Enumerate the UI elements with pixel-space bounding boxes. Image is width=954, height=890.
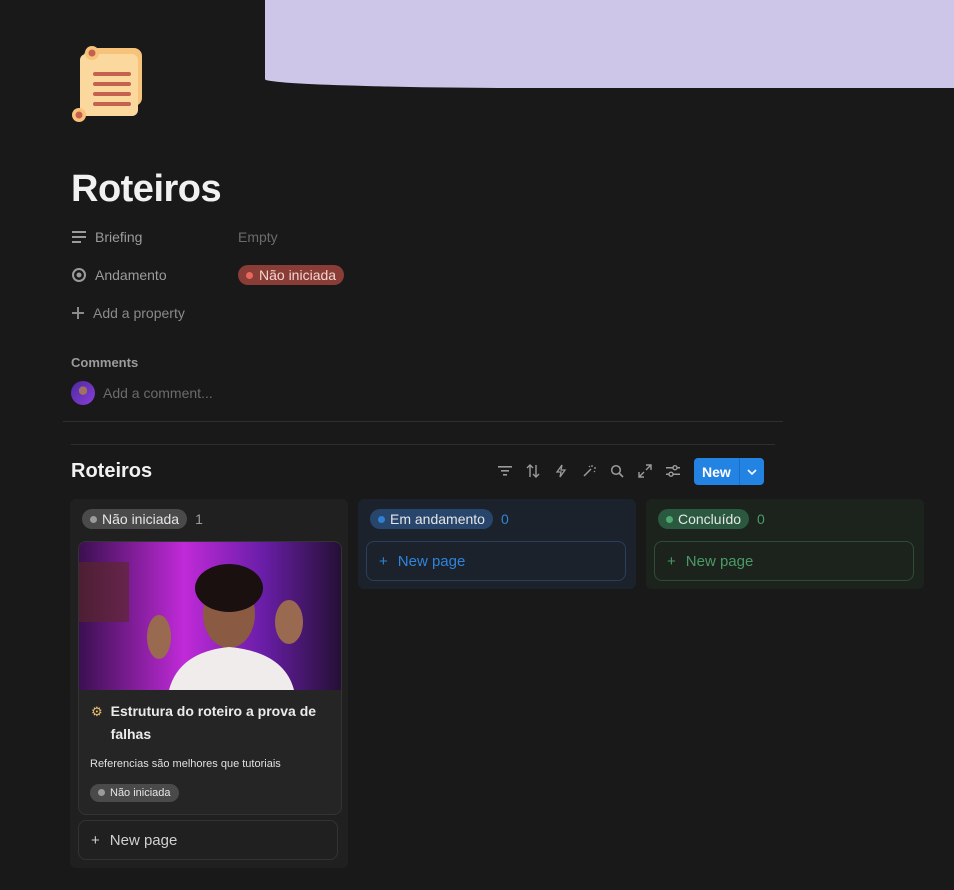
column-header[interactable]: Não iniciada 1 [82,509,203,529]
comment-placeholder: Add a comment... [103,385,213,401]
status-dot [90,515,97,523]
plus-icon [72,307,84,319]
group-badge: Não iniciada [82,509,188,529]
board-column-em-andamento: Em andamento 0 + New page [358,499,636,589]
new-page-label: New page [397,552,466,570]
plus-icon: + [379,552,388,570]
expand-icon[interactable] [634,460,656,482]
board-column-nao-iniciada: Não iniciada 1 ⚙ Estrutura do roteiro a … [70,499,348,868]
status-dot [98,789,105,796]
search-icon[interactable] [606,460,628,482]
page-cover[interactable] [265,0,954,88]
property-name: Andamento [95,267,167,283]
chevron-down-icon[interactable] [738,458,764,485]
group-label: Em andamento [390,511,485,527]
gear-icon: ⚙ [91,704,103,719]
new-page-label: New page [109,831,178,849]
plus-icon: + [91,831,100,849]
filter-icon[interactable] [494,460,516,482]
group-label: Concluído [678,511,742,527]
divider [71,444,775,445]
magic-icon[interactable] [578,460,600,482]
card-status-label: Não iniciada [110,786,171,799]
card-status: Não iniciada [90,783,179,802]
add-property-label: Add a property [93,305,185,321]
comments-heading: Comments [71,355,139,370]
status-dot [246,271,253,279]
sort-icon[interactable] [522,460,544,482]
group-count: 1 [195,511,203,527]
plus-icon: + [667,552,676,570]
card-title: ⚙ Estrutura do roteiro a prova de falhas [91,700,331,746]
scroll-icon[interactable] [70,44,150,124]
group-label: Não iniciada [102,511,180,527]
column-header[interactable]: Concluído 0 [658,509,765,529]
card-subtitle: Referencias são melhores que tutoriais [90,758,281,770]
card-cover-image [79,542,341,690]
add-property-button[interactable]: Add a property [71,301,185,325]
status-label: Não iniciada [259,267,337,283]
status-dot [666,515,673,523]
group-count: 0 [500,511,509,527]
card-title-text: Estrutura do roteiro a prova de falhas [110,703,317,742]
settings-icon[interactable] [662,460,684,482]
new-button-label[interactable]: New [694,458,739,485]
board-column-concluido: Concluído 0 + New page [646,499,924,589]
status-dot [378,515,385,523]
new-page-button[interactable]: + New page [366,541,626,581]
new-button[interactable]: New [694,458,764,485]
column-header[interactable]: Em andamento 0 [370,509,509,529]
board-card[interactable]: ⚙ Estrutura do roteiro a prova de falhas… [78,541,342,815]
group-badge: Concluído [658,509,750,529]
avatar [71,381,95,405]
status-icon [72,268,86,282]
page-title[interactable]: Roteiros [71,168,222,211]
property-name: Briefing [95,229,143,245]
divider [63,421,783,422]
comment-input[interactable]: Add a comment... [71,381,213,405]
new-page-button[interactable]: + New page [78,820,338,860]
new-page-label: New page [685,552,754,570]
lightning-icon[interactable] [550,460,572,482]
property-value[interactable]: Empty [238,229,278,245]
text-lines-icon [72,231,86,243]
group-count: 0 [757,511,765,527]
new-page-button[interactable]: + New page [654,541,914,581]
database-title[interactable]: Roteiros [71,460,152,483]
database-toolbar [494,460,684,482]
property-briefing[interactable]: Briefing Empty [71,225,278,249]
group-badge: Em andamento [370,509,493,529]
property-andamento[interactable]: Andamento Não iniciada [71,263,345,287]
status-badge: Não iniciada [90,783,179,802]
status-badge[interactable]: Não iniciada [238,265,345,285]
